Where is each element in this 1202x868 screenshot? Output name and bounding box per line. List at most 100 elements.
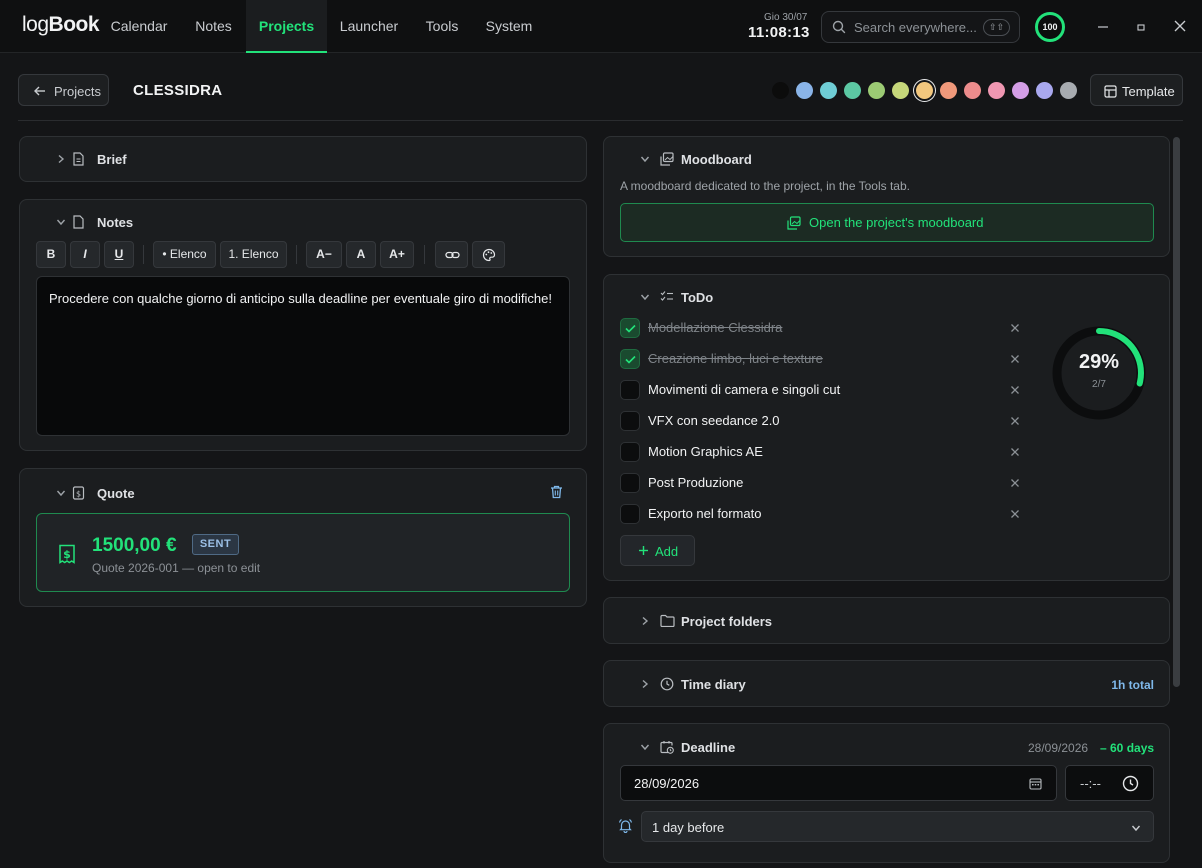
- back-to-projects-button[interactable]: Projects: [18, 74, 109, 106]
- todo-item: VFX con seedance 2.0: [620, 411, 1025, 431]
- brief-title: Brief: [97, 152, 127, 167]
- deadline-time-input[interactable]: --:--: [1065, 765, 1154, 801]
- calendar-icon[interactable]: [1029, 777, 1042, 790]
- document-icon: [72, 152, 85, 166]
- font-smaller-button[interactable]: A−: [306, 241, 342, 268]
- calendar-clock-icon: [660, 740, 674, 754]
- todo-checkbox[interactable]: [620, 318, 640, 338]
- todo-item-label[interactable]: Movimenti di camera e singoli cut: [648, 382, 840, 397]
- bullet-list-button[interactable]: • Elenco: [153, 241, 216, 268]
- delete-todo-icon[interactable]: [1010, 416, 1020, 426]
- underline-button[interactable]: U: [104, 241, 134, 268]
- reminder-select[interactable]: 1 day before: [641, 811, 1154, 842]
- color-swatch[interactable]: [1036, 82, 1053, 99]
- todo-checkbox[interactable]: [620, 504, 640, 524]
- project-folders-header[interactable]: Project folders: [640, 613, 840, 631]
- todo-item-label[interactable]: Creazione limbo, luci e texture: [648, 351, 823, 366]
- template-button[interactable]: Template: [1090, 74, 1183, 106]
- todo-checkbox[interactable]: [620, 442, 640, 462]
- add-todo-button[interactable]: Add: [620, 535, 695, 566]
- delete-todo-icon[interactable]: [1010, 354, 1020, 364]
- todo-item-label[interactable]: Post Produzione: [648, 475, 743, 490]
- template-icon: [1104, 85, 1117, 98]
- color-swatch[interactable]: [916, 82, 933, 99]
- note-icon: [72, 215, 85, 229]
- color-swatch[interactable]: [772, 82, 789, 99]
- todo-checkbox[interactable]: [620, 411, 640, 431]
- color-swatch[interactable]: [868, 82, 885, 99]
- font-default-button[interactable]: A: [346, 241, 376, 268]
- link-icon: [445, 248, 460, 262]
- moodboard-title: Moodboard: [681, 152, 752, 167]
- insert-link-button[interactable]: [435, 241, 468, 268]
- minimize-icon[interactable]: [1094, 17, 1112, 35]
- chevron-down-icon: [640, 154, 650, 164]
- app-logo[interactable]: logBook: [22, 13, 100, 37]
- todo-item-label[interactable]: Modellazione Clessidra: [648, 320, 782, 335]
- todo-checkbox[interactable]: [620, 380, 640, 400]
- delete-todo-icon[interactable]: [1010, 385, 1020, 395]
- toolbar-divider: [143, 245, 144, 264]
- scrollbar[interactable]: [1173, 137, 1180, 687]
- time-diary-header[interactable]: Time diary: [640, 676, 840, 694]
- delete-todo-icon[interactable]: [1010, 323, 1020, 333]
- font-bigger-button[interactable]: A+: [380, 241, 414, 268]
- todo-item-label[interactable]: VFX con seedance 2.0: [648, 413, 780, 428]
- italic-button[interactable]: I: [70, 241, 100, 268]
- score-badge[interactable]: 100: [1035, 12, 1065, 42]
- text-color-button[interactable]: [472, 241, 505, 268]
- color-swatch[interactable]: [1012, 82, 1029, 99]
- close-window-icon[interactable]: [1171, 17, 1189, 35]
- notes-header[interactable]: Notes: [56, 214, 256, 232]
- deadline-header[interactable]: Deadline: [640, 739, 840, 757]
- color-swatch[interactable]: [940, 82, 957, 99]
- chevron-right-icon: [56, 154, 66, 164]
- toolbar-divider: [424, 245, 425, 264]
- color-swatch[interactable]: [1060, 82, 1077, 99]
- moodboard-description: A moodboard dedicated to the project, in…: [620, 179, 910, 193]
- search-input[interactable]: Search everywhere... ⇧⇧: [821, 11, 1020, 43]
- color-swatch[interactable]: [796, 82, 813, 99]
- color-swatch[interactable]: [844, 82, 861, 99]
- time-total: 1h total: [1111, 678, 1154, 692]
- delete-todo-icon[interactable]: [1010, 509, 1020, 519]
- color-swatch[interactable]: [988, 82, 1005, 99]
- nav-launcher[interactable]: Launcher: [327, 0, 411, 53]
- todo-header[interactable]: ToDo: [640, 289, 840, 307]
- quote-header[interactable]: $ Quote: [56, 485, 256, 503]
- top-bar: logBook Calendar Notes Projects Launcher…: [0, 0, 1202, 53]
- nav-tools[interactable]: Tools: [411, 0, 473, 53]
- delete-todo-icon[interactable]: [1010, 447, 1020, 457]
- notes-editor[interactable]: Procedere con qualche giorno di anticipo…: [36, 276, 570, 436]
- nav-calendar[interactable]: Calendar: [97, 0, 181, 53]
- brief-header[interactable]: Brief: [56, 151, 256, 169]
- bold-button[interactable]: B: [36, 241, 66, 268]
- time-diary-title: Time diary: [681, 677, 746, 692]
- checkmark-icon: [625, 324, 636, 333]
- quote-summary[interactable]: $ 1500,00 € SENT Quote 2026-001 — open t…: [36, 513, 570, 592]
- scrollbar-thumb[interactable]: [1173, 137, 1180, 687]
- color-swatch[interactable]: [892, 82, 909, 99]
- project-title: CLESSIDRA: [133, 82, 223, 99]
- nav-projects[interactable]: Projects: [246, 0, 327, 53]
- open-moodboard-button[interactable]: Open the project's moodboard: [620, 203, 1154, 242]
- moodboard-header[interactable]: Moodboard: [640, 151, 840, 169]
- numbered-list-button[interactable]: 1. Elenco: [220, 241, 287, 268]
- chevron-down-icon: [640, 292, 650, 302]
- todo-checkbox[interactable]: [620, 349, 640, 369]
- nav-system[interactable]: System: [473, 0, 545, 53]
- maximize-icon[interactable]: [1132, 17, 1150, 35]
- todo-checkbox[interactable]: [620, 473, 640, 493]
- todo-item-label[interactable]: Exporto nel formato: [648, 506, 761, 521]
- trash-icon[interactable]: [550, 485, 563, 499]
- images-icon: [660, 152, 674, 166]
- nav-notes[interactable]: Notes: [181, 0, 246, 53]
- delete-todo-icon[interactable]: [1010, 478, 1020, 488]
- project-folders-title: Project folders: [681, 614, 773, 629]
- color-swatch[interactable]: [820, 82, 837, 99]
- todo-item-label[interactable]: Motion Graphics AE: [648, 444, 763, 459]
- clock-icon[interactable]: [1122, 775, 1139, 792]
- color-swatch[interactable]: [964, 82, 981, 99]
- deadline-date-input[interactable]: 28/09/2026: [620, 765, 1057, 801]
- invoice-icon: $: [72, 486, 85, 500]
